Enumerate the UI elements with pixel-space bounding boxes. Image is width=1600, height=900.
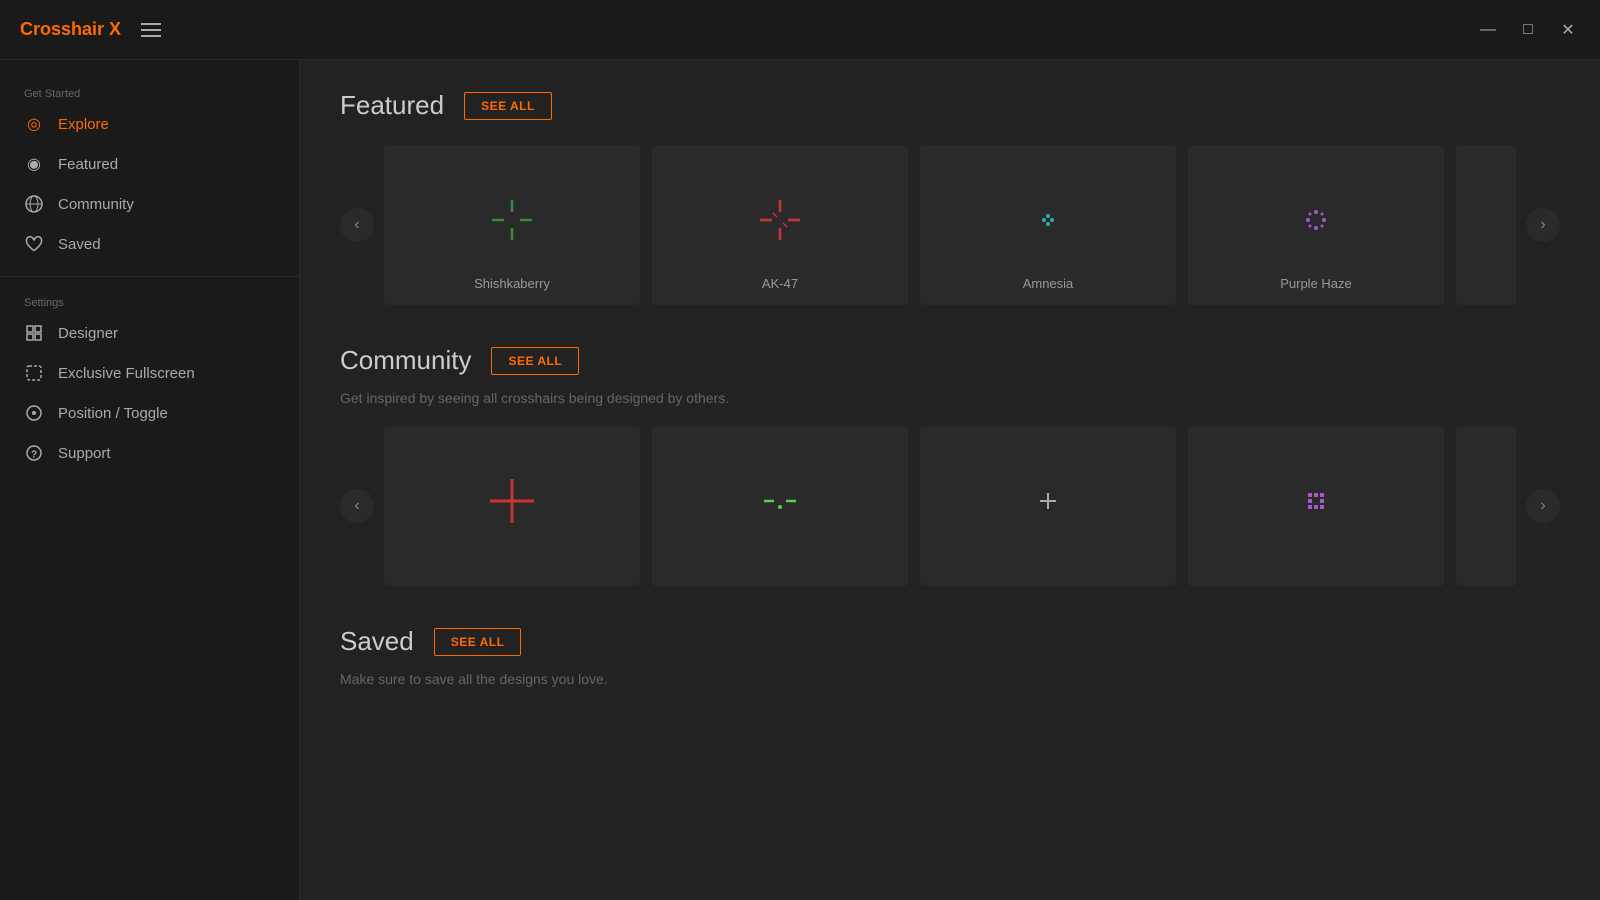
explore-icon: ◎ [24,114,44,134]
crosshair-canvas-c1 [472,461,552,541]
community-card-2[interactable] [652,426,908,586]
app-title-accent: X [109,19,121,39]
featured-carousel-prev[interactable]: ‹ [340,208,374,242]
maximize-button[interactable]: □ [1516,18,1540,42]
featured-card-partial [1456,145,1516,305]
crosshair-canvas-shishkaberry [472,180,552,260]
settings-label: Settings [0,289,299,313]
community-carousel: ‹ [340,426,1560,586]
crosshair-canvas-c2 [740,461,820,541]
featured-icon: ◉ [24,154,44,174]
svg-text:?: ? [31,450,37,461]
community-icon [24,194,44,214]
featured-title: Featured [340,90,444,121]
featured-card-amnesia-label: Amnesia [1023,276,1074,291]
community-card-4[interactable] [1188,426,1444,586]
sidebar-item-exclusive-fullscreen[interactable]: Exclusive Fullscreen [0,353,299,393]
community-title: Community [340,345,471,376]
community-carousel-prev[interactable]: ‹ [340,489,374,523]
crosshair-canvas-ak47 [740,180,820,260]
sidebar-item-featured-label: Featured [58,156,118,173]
featured-card-amnesia[interactable]: Amnesia [920,145,1176,305]
minimize-button[interactable]: — [1476,18,1500,42]
saved-icon [24,234,44,254]
app-title: Crosshair X [20,19,121,40]
community-card-3[interactable] [920,426,1176,586]
sidebar-item-explore-label: Explore [58,116,109,133]
crosshair-canvas-purple-haze [1276,180,1356,260]
main-layout: Get Started ◎ Explore ◉ Featured Communi… [0,60,1600,900]
sidebar-item-designer[interactable]: Designer [0,313,299,353]
featured-card-purple-haze[interactable]: Purple Haze [1188,145,1444,305]
featured-see-all-button[interactable]: SEE ALL [464,92,552,120]
crosshair-canvas-c3 [1008,461,1088,541]
sidebar-item-position-toggle[interactable]: Position / Toggle [0,393,299,433]
titlebar-left: Crosshair X [20,19,161,40]
sidebar: Get Started ◎ Explore ◉ Featured Communi… [0,60,300,900]
crosshair-canvas-c4 [1276,461,1356,541]
sidebar-item-featured[interactable]: ◉ Featured [0,144,299,184]
content-area: Featured SEE ALL ‹ Shishkaberry [300,60,1600,900]
hamburger-line-2 [141,29,161,31]
sidebar-divider [0,276,299,277]
featured-card-shishkaberry[interactable]: Shishkaberry [384,145,640,305]
sidebar-item-support[interactable]: ? Support [0,433,299,473]
sidebar-item-designer-label: Designer [58,325,118,342]
featured-card-shishkaberry-label: Shishkaberry [474,276,550,291]
hamburger-line-3 [141,35,161,37]
featured-carousel-next[interactable]: › [1526,208,1560,242]
featured-carousel: ‹ Shishkaberry [340,145,1560,305]
app-title-text: Crosshair [20,19,109,39]
community-crosshair-grid [384,426,1516,586]
titlebar-controls: — □ ✕ [1476,18,1580,42]
featured-card-ak47[interactable]: AK-47 [652,145,908,305]
saved-see-all-button[interactable]: SEE ALL [434,628,522,656]
featured-card-ak47-label: AK-47 [762,276,798,291]
sidebar-item-exclusive-fullscreen-label: Exclusive Fullscreen [58,365,195,382]
sidebar-item-saved-label: Saved [58,236,101,253]
featured-crosshair-grid: Shishkaberry AK-47 [384,145,1516,305]
designer-icon [24,323,44,343]
sidebar-item-saved[interactable]: Saved [0,224,299,264]
community-card-1[interactable] [384,426,640,586]
close-button[interactable]: ✕ [1556,18,1580,42]
sidebar-item-position-toggle-label: Position / Toggle [58,405,168,422]
exclusive-fullscreen-icon [24,363,44,383]
hamburger-line-1 [141,23,161,25]
sidebar-item-support-label: Support [58,445,111,462]
get-started-label: Get Started [0,80,299,104]
hamburger-menu[interactable] [141,23,161,37]
sidebar-item-explore[interactable]: ◎ Explore [0,104,299,144]
featured-card-purple-haze-label: Purple Haze [1280,276,1352,291]
sidebar-item-community[interactable]: Community [0,184,299,224]
featured-section-header: Featured SEE ALL [340,90,1560,121]
community-carousel-next[interactable]: › [1526,489,1560,523]
community-section-header: Community SEE ALL [340,345,1560,376]
sidebar-item-community-label: Community [58,196,134,213]
position-toggle-icon [24,403,44,423]
community-card-partial [1456,426,1516,586]
support-icon: ? [24,443,44,463]
crosshair-canvas-amnesia [1008,180,1088,260]
saved-title: Saved [340,626,414,657]
saved-description: Make sure to save all the designs you lo… [340,671,1560,687]
community-description: Get inspired by seeing all crosshairs be… [340,390,1560,406]
saved-section-header: Saved SEE ALL [340,626,1560,657]
community-see-all-button[interactable]: SEE ALL [491,347,579,375]
titlebar: Crosshair X — □ ✕ [0,0,1600,60]
